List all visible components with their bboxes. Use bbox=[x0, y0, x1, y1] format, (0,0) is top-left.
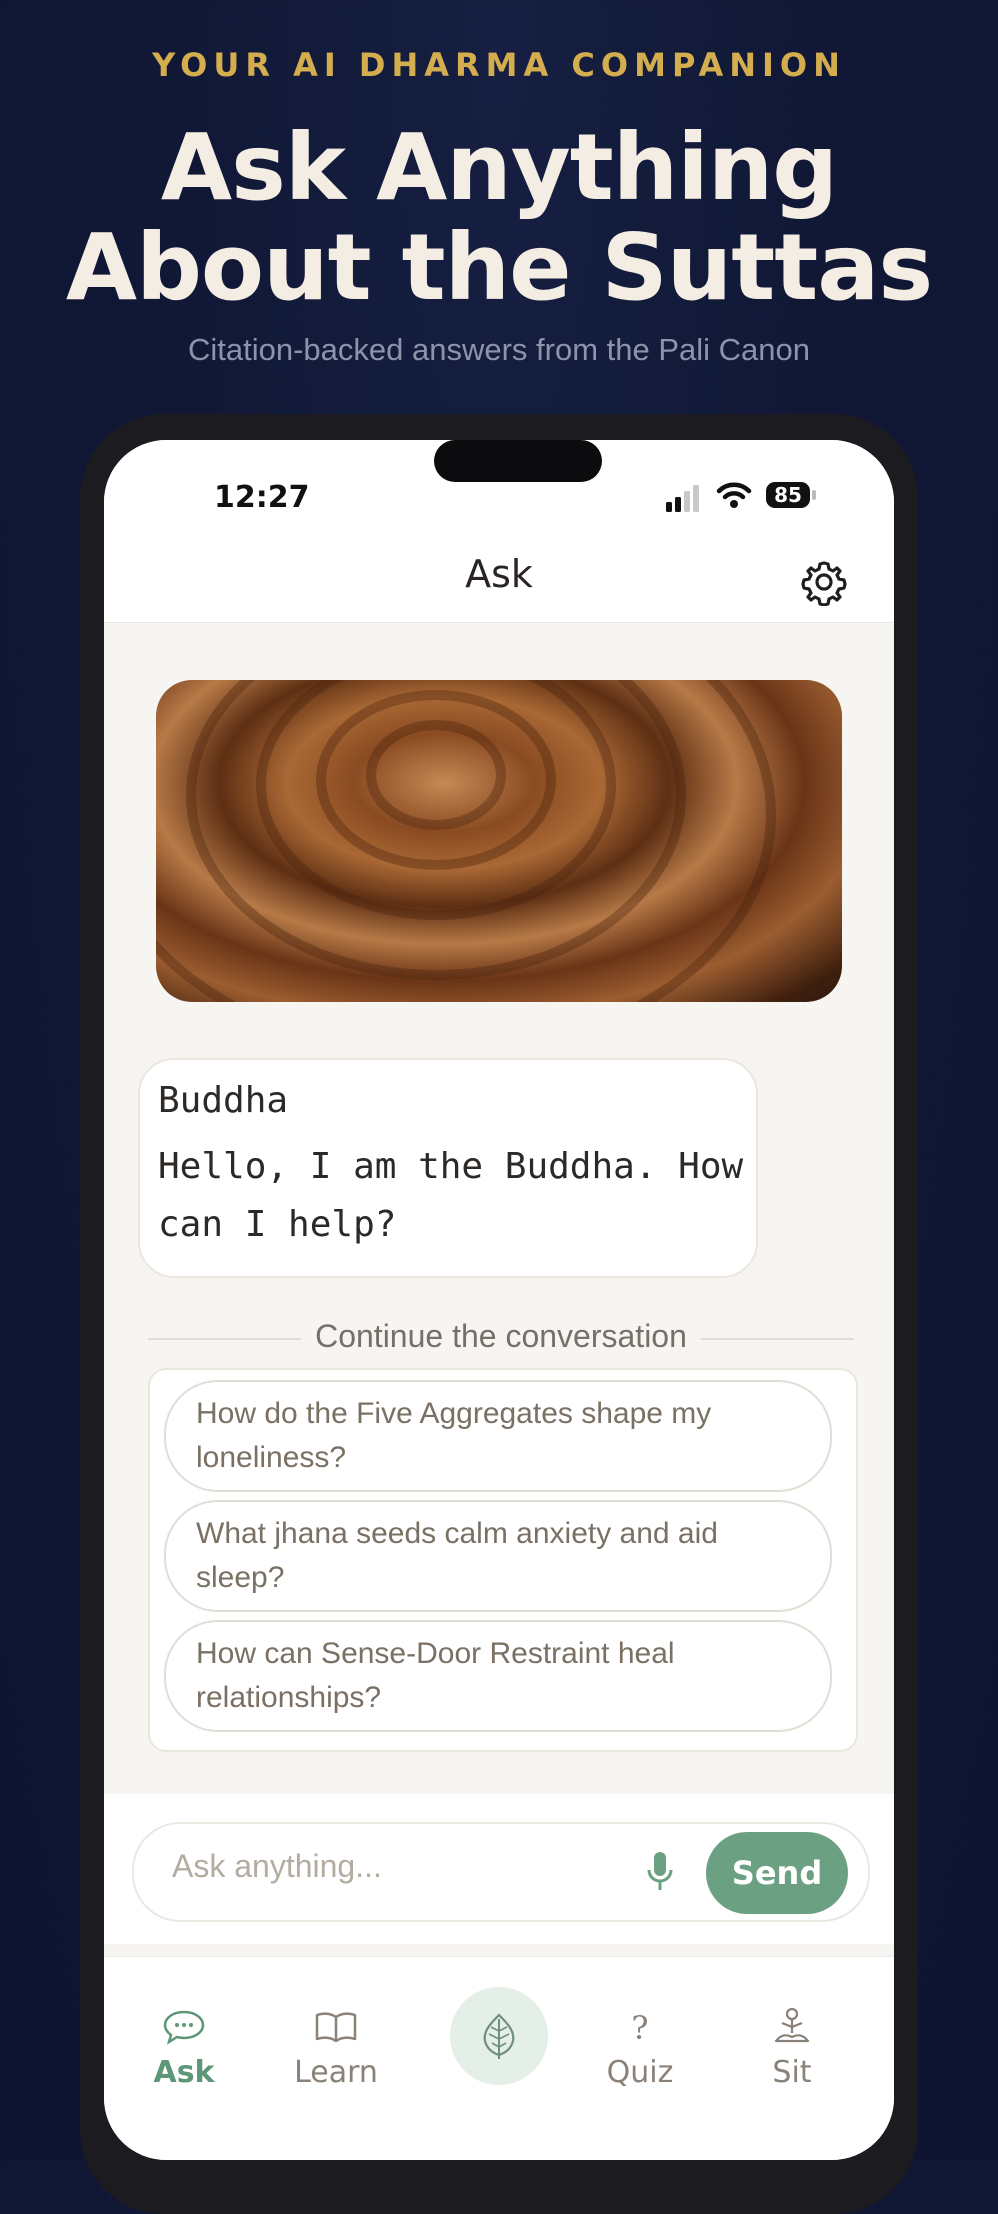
svg-text:?: ? bbox=[631, 2009, 648, 2047]
nav-bar: Ask bbox=[104, 548, 894, 623]
promo-headline-line2: About the Suttas bbox=[65, 214, 933, 321]
suggestion-chip[interactable]: How can Sense-Door Restraint heal relati… bbox=[164, 1620, 832, 1732]
tab-label: Quiz bbox=[606, 2055, 674, 2090]
meditation-icon bbox=[774, 2007, 810, 2043]
status-time: 12:27 bbox=[214, 480, 310, 515]
suggestion-chip[interactable]: What jhana seeds calm anxiety and aid sl… bbox=[164, 1500, 832, 1612]
chat-bubble-icon bbox=[163, 2010, 205, 2045]
message-sender: Buddha bbox=[158, 1080, 289, 1121]
tab-home[interactable] bbox=[450, 1987, 548, 2085]
suggestion-chip[interactable]: How do the Five Aggregates shape my lone… bbox=[164, 1380, 832, 1492]
tab-sit[interactable]: Sit bbox=[732, 1957, 852, 2117]
promo-headline-line1: Ask Anything bbox=[160, 114, 838, 221]
promo-kicker: YOUR AI DHARMA COMPANION bbox=[152, 46, 846, 84]
suggestion-text: How do the Five Aggregates shape my lone… bbox=[196, 1397, 712, 1474]
cellular-signal-icon bbox=[666, 485, 699, 512]
dynamic-island bbox=[434, 440, 602, 482]
suggestion-text: What jhana seeds calm anxiety and aid sl… bbox=[196, 1517, 718, 1594]
page-title: Ask bbox=[465, 552, 533, 596]
tab-label: Sit bbox=[772, 2055, 812, 2090]
book-icon bbox=[315, 2012, 357, 2043]
suggestions-list: How do the Five Aggregates shape my lone… bbox=[148, 1368, 858, 1752]
promo-subhead: Citation-backed answers from the Pali Ca… bbox=[187, 332, 811, 367]
tab-quiz[interactable]: ? Quiz bbox=[580, 1957, 700, 2117]
microphone-icon[interactable] bbox=[646, 1850, 674, 1894]
tab-label: Learn bbox=[294, 2055, 378, 2090]
bodhi-leaf-icon bbox=[483, 2013, 515, 2059]
message-text: Hello, I am the Buddha. How can I help? bbox=[158, 1146, 744, 1245]
question-icon: ? bbox=[631, 2009, 648, 2047]
suggestion-text: How can Sense-Door Restraint heal relati… bbox=[196, 1637, 675, 1714]
tab-label: Ask bbox=[153, 2055, 215, 2090]
send-button[interactable]: Send bbox=[706, 1832, 848, 1914]
ask-input-placeholder: Ask anything... bbox=[172, 1848, 382, 1884]
phone-screen: 12:27 85 Ask Buddha Hello, I am the Budd… bbox=[104, 440, 894, 2160]
ask-input[interactable]: Ask anything... Send bbox=[132, 1822, 870, 1922]
wifi-icon bbox=[716, 482, 752, 508]
suggestions-divider: Continue the conversation bbox=[148, 1318, 854, 1358]
battery-indicator: 85 bbox=[766, 482, 816, 508]
gear-icon[interactable] bbox=[800, 558, 848, 606]
promo-headline: Ask Anything About the Suttas bbox=[0, 118, 998, 318]
suggestions-heading: Continue the conversation bbox=[301, 1318, 701, 1354]
hero-image bbox=[156, 680, 842, 1002]
tab-ask[interactable]: Ask bbox=[124, 1957, 244, 2117]
tab-bar: Ask Learn ? Quiz Sit bbox=[104, 1956, 894, 2160]
assistant-message: Buddha Hello, I am the Buddha. How can I… bbox=[138, 1058, 758, 1278]
tab-learn[interactable]: Learn bbox=[276, 1957, 396, 2117]
